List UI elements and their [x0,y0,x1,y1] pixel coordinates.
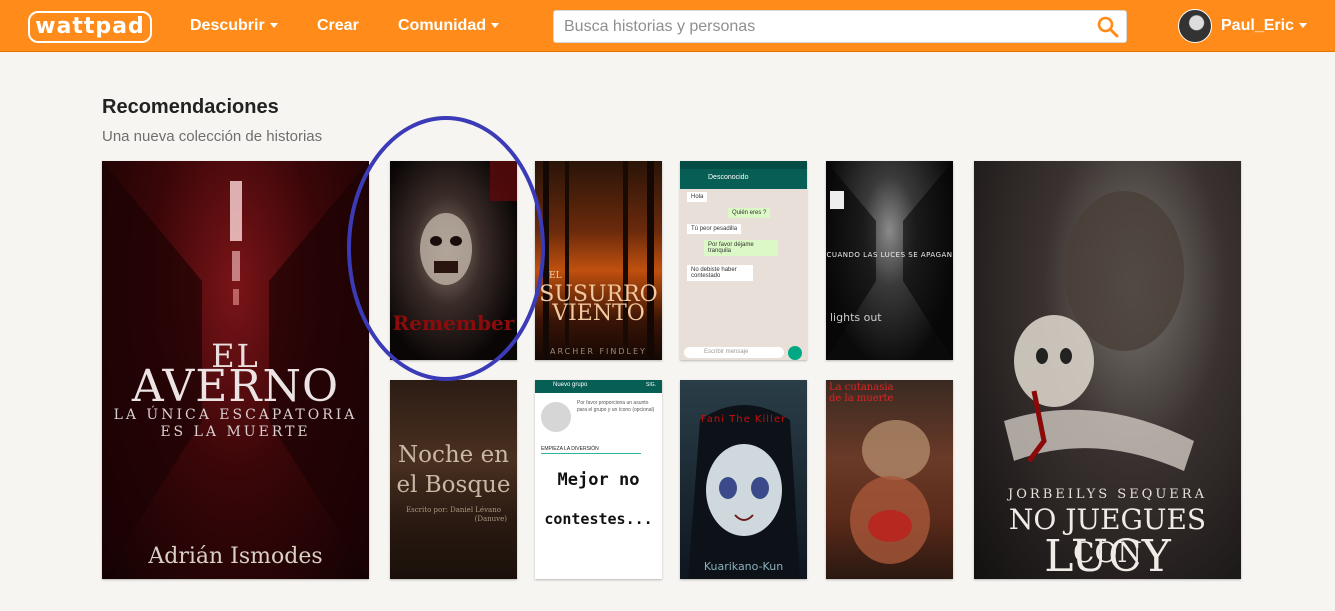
cover-title-line2: de la muerte [829,393,894,404]
cover-author: Adrián Ismodes [148,544,323,569]
nav-crear-label: Crear [317,17,359,34]
group-header: Nuevo grupo SIG. [535,380,662,393]
mic-icon [788,346,802,360]
story-cover-grupo[interactable]: Nuevo grupo SIG. Por favor proporciona u… [535,380,662,579]
search-input[interactable] [554,11,1084,42]
cover-title-line2: contestes... [544,510,653,528]
story-cover-bosque[interactable]: Noche en el Bosque Escrito por: Daniel L… [390,380,517,579]
chat-message: Quién eres ? [728,208,771,218]
cover-title-small: EL [549,271,562,281]
creature-illustration [850,420,930,564]
cover-title: Remember [392,311,515,335]
cover-author: JORBEILYS SEQUERA [1008,487,1207,502]
wattpad-logo[interactable]: wattpad [28,11,152,43]
cover-title-line2: el Bosque [396,472,511,498]
cover-title: Fani The Killer [700,414,787,425]
cover-title-line1: Mejor no [557,470,640,490]
story-cover-averno[interactable]: EL AVERNO LA ÚNICA ESCAPATORIA ES LA MUE… [102,161,369,579]
chat-message: No debiste haber contestado [687,265,753,281]
cover-author: ARCHER FINDLEY [550,347,647,356]
search-box [553,10,1127,43]
group-hint: Por favor proporciona un asunto para el … [577,400,655,413]
cover-subtitle: lights out [830,311,882,324]
status-bar [680,161,807,169]
section-title: Recomendaciones [102,96,279,118]
story-cover-cutanasia[interactable]: La cutanasia de la muerte [826,380,953,579]
cover-author: Kuarikano-Kun [703,560,784,573]
nav-descubrir-label: Descubrir [190,17,265,34]
chat-message: Hola [687,192,708,202]
story-cover-chat[interactable]: Desconocido Hola Quién eres ? Tú peor pe… [680,161,807,360]
nav-comunidad-label: Comunidad [398,17,486,34]
anime-girl-illustration [688,405,800,579]
top-navbar: wattpad Descubrir Crear Comunidad Paul_E… [0,0,1335,52]
cover-tagline2: ES LA MUERTE [160,424,311,440]
cover-title-line2: LUCY [1044,531,1171,579]
chat-message: Por favor déjame tranquila [704,240,778,256]
cover-tagline1: LA ÚNICA ESCAPATORIA [113,407,358,423]
group-header-title: Nuevo grupo [553,382,588,388]
forest-illustration [543,161,654,360]
story-cover-zombie[interactable]: Remember [390,161,517,360]
cover-credit2: (Danuve) [474,515,507,523]
cover-title-line1: Noche en [397,442,509,468]
chat-contact-name: Desconocido [708,174,749,181]
group-header-action: SIG. [645,382,656,388]
nav-descubrir[interactable]: Descubrir [190,0,278,52]
group-avatar [541,402,571,432]
story-cover-luces[interactable]: CUANDO LAS LUCES SE APAGAN lights out [826,161,953,360]
chat-input: Escribir mensaje [684,347,784,358]
cover-credit1: Escrito por: Daniel Lévano [406,506,501,514]
section-subtitle: Una nueva colección de historias [102,128,323,145]
cover-title-line1: La cutanasia [829,382,894,393]
chat-message: Tú peor pesadilla [687,224,742,234]
cover-title-line2: VIENTO [552,301,645,326]
chat-header: Desconocido [680,169,807,189]
avatar[interactable] [1178,9,1212,43]
caret-down-icon [269,23,278,29]
nav-crear[interactable]: Crear [317,0,359,52]
story-cover-susurro[interactable]: EL SUSURRO VIENTO ARCHER FINDLEY [535,161,662,360]
cover-title: CUANDO LAS LUCES SE APAGAN [826,251,953,259]
story-cover-fani[interactable]: Fani The Killer Kuarikano-Kun [680,380,807,579]
search-icon[interactable] [1096,15,1120,39]
cover-title-line2: AVERNO [131,361,340,412]
nav-comunidad[interactable]: Comunidad [398,0,499,52]
story-cover-lucy[interactable]: JORBEILYS SEQUERA NO JUEGUES CON LUCY [974,161,1241,579]
username: Paul_Eric [1221,17,1294,34]
caret-down-icon [491,23,499,29]
group-name: EMPIEZA LA DIVERSIÓN [541,446,641,454]
caret-down-icon [1298,23,1307,29]
hallway-illustration [826,161,953,360]
